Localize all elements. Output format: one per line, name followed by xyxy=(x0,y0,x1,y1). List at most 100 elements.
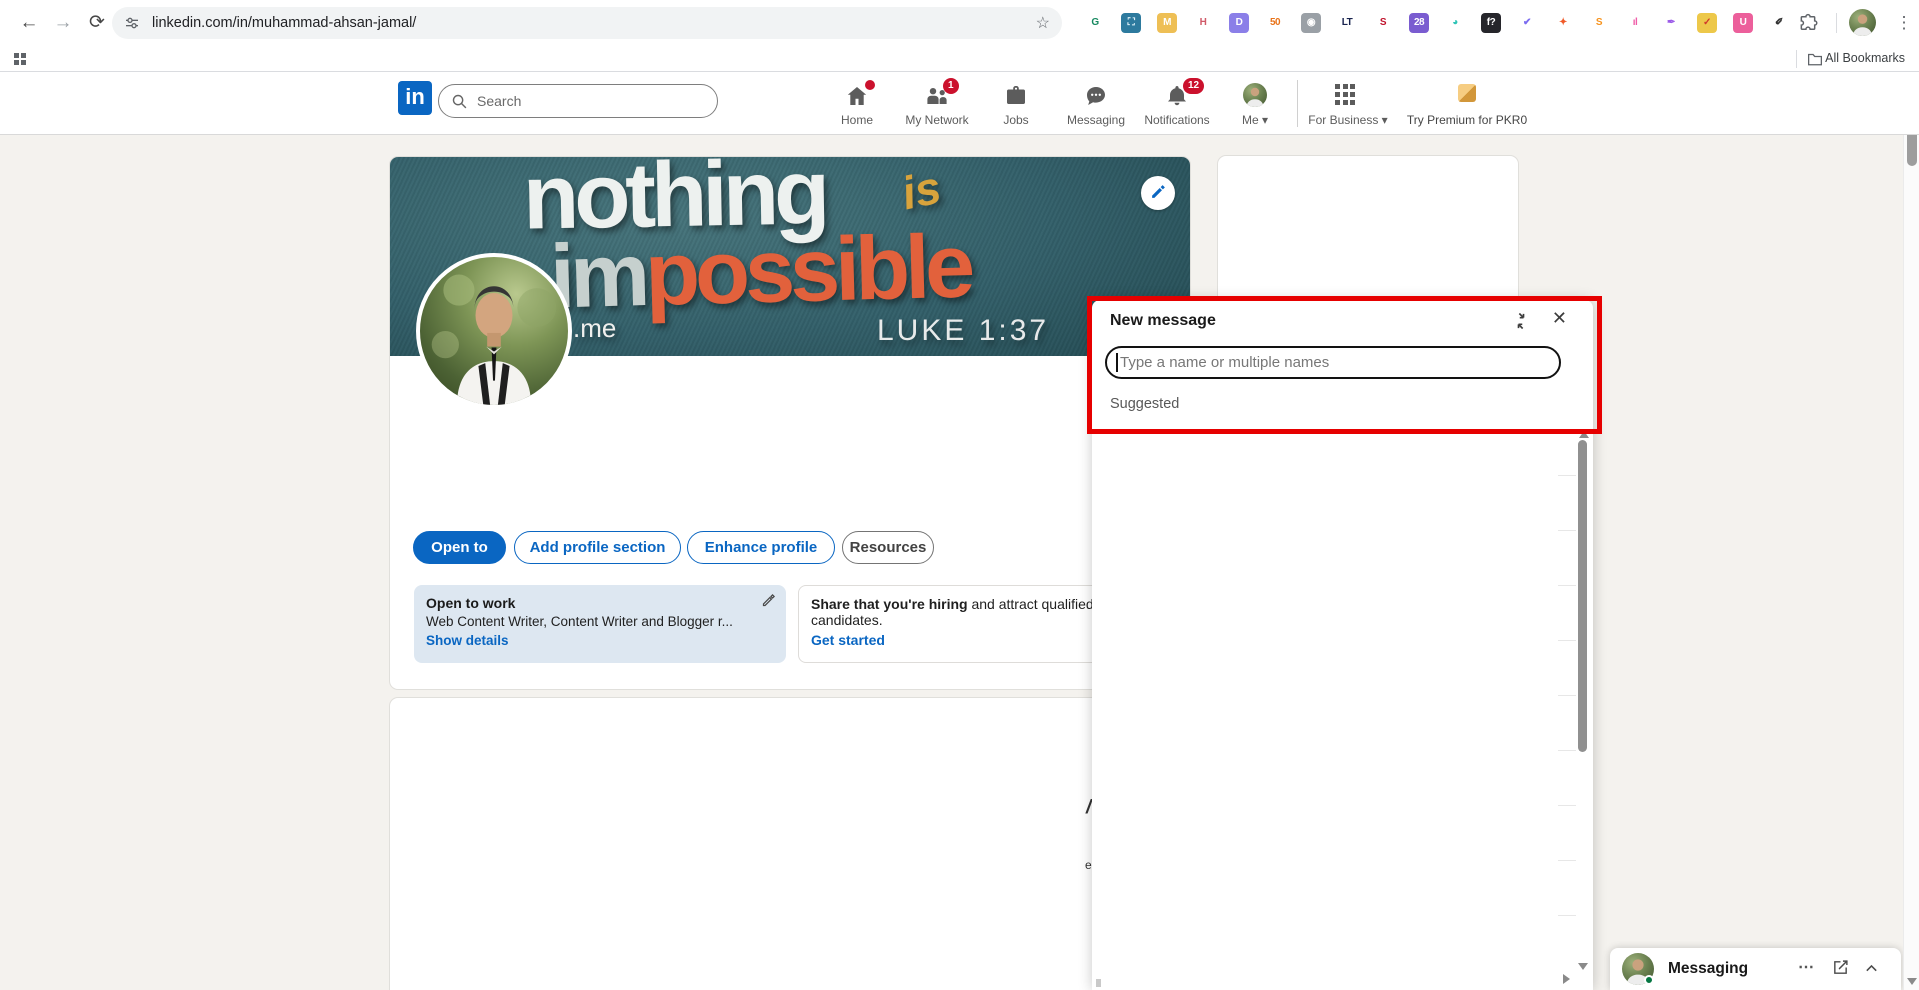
edit-open-to-work-button[interactable] xyxy=(761,593,776,613)
profile-photo[interactable] xyxy=(416,253,572,409)
analytics-bars-extension-icon[interactable]: ıl xyxy=(1625,13,1645,33)
me-avatar xyxy=(1243,83,1267,107)
screenshot-frame-extension-icon[interactable]: ⛶ xyxy=(1121,13,1141,33)
back-button[interactable]: ← xyxy=(14,8,44,38)
extensions-puzzle-icon[interactable] xyxy=(1798,13,1818,38)
list-separator xyxy=(1558,585,1576,586)
messaging-options-button[interactable]: ⋯ xyxy=(1798,957,1815,977)
show-details-link[interactable]: Show details xyxy=(426,633,509,648)
profile-section-card xyxy=(390,698,1190,990)
nav-item-home[interactable]: Home xyxy=(817,80,897,132)
teal-ring-extension-icon[interactable]: ◕ xyxy=(1445,13,1465,33)
notifications-badge: 12 xyxy=(1183,78,1205,94)
panel-scroll-right-arrow[interactable] xyxy=(1563,974,1570,984)
collapse-icon xyxy=(1517,312,1525,330)
messaging-dock[interactable]: Messaging ⋯ xyxy=(1610,948,1901,990)
nav-item-jobs[interactable]: Jobs xyxy=(976,82,1056,132)
refresh-button[interactable]: ⟳ xyxy=(82,8,112,38)
list-separator xyxy=(1558,860,1576,861)
seoquake-extension-icon[interactable]: S xyxy=(1373,13,1393,33)
nav-item-for-business[interactable]: For Business ▾ xyxy=(1306,82,1390,132)
edit-cover-button[interactable] xyxy=(1141,176,1175,210)
languagetool-extension-icon[interactable]: LT xyxy=(1337,13,1357,33)
panel-scrollbar-thumb[interactable] xyxy=(1578,440,1587,752)
nav-label: Me xyxy=(1241,113,1259,127)
panel-hscroll-mark xyxy=(1096,979,1101,987)
panel-scroll-up-arrow[interactable] xyxy=(1579,431,1589,438)
collapse-dock-button[interactable] xyxy=(1864,961,1879,981)
chevron-up-icon xyxy=(1866,964,1877,972)
get-started-link[interactable]: Get started xyxy=(811,632,885,648)
list-separator xyxy=(1558,750,1576,751)
resources-button[interactable]: Resources xyxy=(842,531,934,564)
all-bookmarks-button[interactable]: All Bookmarks xyxy=(1825,51,1905,65)
add-profile-section-button[interactable]: Add profile section xyxy=(514,531,681,564)
browser-toolbar: ← → ⟳ linkedin.com/in/muhammad-ahsan-jam… xyxy=(0,0,1919,46)
open-to-work-roles: Web Content Writer, Content Writer and B… xyxy=(426,614,733,629)
enhance-profile-button[interactable]: Enhance profile xyxy=(687,531,835,564)
site-controls-icon[interactable] xyxy=(124,15,140,36)
url-bar[interactable]: linkedin.com/in/muhammad-ahsan-jamal/ ☆ xyxy=(112,7,1062,39)
nav-label: For Business xyxy=(1308,113,1379,127)
color-picker-extension-icon[interactable]: ✐ xyxy=(1769,13,1789,33)
back-icon: ← xyxy=(19,12,39,33)
orange-s-extension-icon[interactable]: S xyxy=(1589,13,1609,33)
text-caret xyxy=(1116,353,1118,372)
compose-icon xyxy=(1834,960,1848,974)
forward-icon: → xyxy=(53,12,73,33)
folder-icon xyxy=(1807,52,1823,71)
hashtag-tool-extension-icon[interactable]: H xyxy=(1193,13,1213,33)
new-message-panel: New message ✕ Suggested xyxy=(1092,300,1593,990)
apps-grid-icon[interactable] xyxy=(14,53,26,65)
nav-item-my-network[interactable]: 1 My Network xyxy=(897,78,977,132)
search-icon xyxy=(452,94,467,109)
compose-message-button[interactable] xyxy=(1832,959,1849,981)
bookmarks-bar: All Bookmarks xyxy=(0,46,1919,72)
browser-menu-button[interactable]: ⋮ xyxy=(1892,8,1916,38)
pink-shield-u-extension-icon[interactable]: U xyxy=(1733,13,1753,33)
check-grid-extension-icon[interactable]: ✓ xyxy=(1697,13,1717,33)
page-scrollbar[interactable] xyxy=(1903,62,1919,990)
nav-item-notifications[interactable]: 12 Notifications xyxy=(1137,78,1217,132)
dashlane-extension-icon[interactable]: D xyxy=(1229,13,1249,33)
new-message-title: New message xyxy=(1110,312,1216,329)
nav-label: My Network xyxy=(905,113,969,127)
close-icon: ✕ xyxy=(1551,308,1567,328)
forward-button[interactable]: → xyxy=(48,8,78,38)
grammarly-extension-icon[interactable]: G xyxy=(1085,13,1105,33)
extensions-row: G ⛶ M H D 50 ◉ LT S 28 ◕ f? ✔ ✦ Sıl ✒ ✓ U ✐ xyxy=(1085,13,1805,33)
camera-capture-extension-icon[interactable]: ◉ xyxy=(1301,13,1321,33)
panel-scroll-down-arrow[interactable] xyxy=(1578,963,1588,970)
open-to-button[interactable]: Open to xyxy=(413,531,506,564)
merriam-webster-extension-icon[interactable]: M xyxy=(1157,13,1177,33)
purple-check-extension-icon[interactable]: ✔ xyxy=(1517,13,1537,33)
pencil-icon xyxy=(1151,185,1165,198)
browser-profile-avatar[interactable] xyxy=(1849,9,1876,36)
nav-label: Home xyxy=(840,113,873,127)
nav-item-me[interactable]: Me ▾ xyxy=(1215,82,1295,132)
close-button[interactable]: ✕ xyxy=(1552,308,1567,329)
orange-spark-extension-icon[interactable]: ✦ xyxy=(1553,13,1573,33)
tab-stack-extension-icon[interactable]: 28 xyxy=(1409,13,1429,33)
search-input[interactable]: Search xyxy=(438,84,718,118)
page-scroll-down-arrow[interactable] xyxy=(1907,978,1917,985)
cover-handle: .me xyxy=(573,313,617,343)
bookmarks-divider xyxy=(1796,50,1797,68)
collapse-button[interactable] xyxy=(1511,311,1531,331)
nav-item-try-premium[interactable]: Try Premium for PKR0 xyxy=(1382,82,1552,132)
purple-feather-extension-icon[interactable]: ✒ xyxy=(1661,13,1681,33)
my-network-icon xyxy=(897,84,977,108)
fliki-extension-icon[interactable]: f? xyxy=(1481,13,1501,33)
linkedin-logo[interactable]: in xyxy=(398,81,432,115)
my-network-badge: 1 xyxy=(943,78,959,94)
list-separator xyxy=(1558,475,1576,476)
premium-icon xyxy=(1458,84,1476,102)
recipient-input[interactable] xyxy=(1105,346,1561,379)
occluded-text-fragment: / xyxy=(1086,797,1092,818)
bookmark-star-icon[interactable]: ☆ xyxy=(1036,13,1050,33)
nav-item-messaging[interactable]: Messaging xyxy=(1056,82,1136,132)
fifty-badge-extension-icon[interactable]: 50 xyxy=(1265,13,1285,33)
open-to-work-title: Open to work xyxy=(426,595,516,611)
occluded-text-fragment: e xyxy=(1085,858,1092,872)
list-separator xyxy=(1558,805,1576,806)
